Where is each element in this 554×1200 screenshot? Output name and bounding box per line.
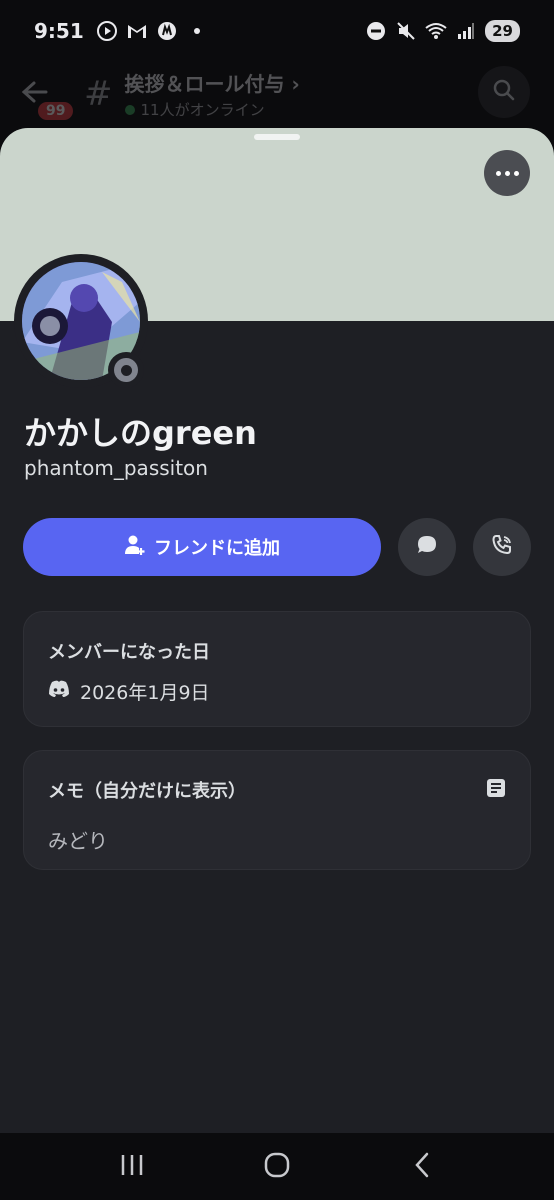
play-icon <box>96 20 118 42</box>
search-button[interactable] <box>478 66 530 118</box>
hash-icon: # <box>84 74 113 114</box>
unread-badge: 99 <box>38 102 74 120</box>
back-icon <box>413 1152 431 1182</box>
message-icon <box>416 534 438 560</box>
member-since-title: メンバーになった日 <box>48 642 210 663</box>
channel-name: 挨拶＆ロール付与 <box>124 72 285 96</box>
recents-icon <box>119 1153 145 1181</box>
add-friend-icon <box>124 534 146 561</box>
recents-button[interactable] <box>112 1147 152 1187</box>
profile-sheet: かかしのgreen phantom_passiton フレンドに追加 メンバーに… <box>0 128 554 1133</box>
online-count: 11人がオンライン <box>140 101 265 119</box>
battery-indicator: 29 <box>485 20 520 42</box>
more-options-button[interactable] <box>484 150 530 196</box>
signal-icon <box>455 20 477 42</box>
voice-call-button[interactable] <box>473 518 531 576</box>
search-icon <box>492 78 516 106</box>
nav-back-button[interactable] <box>402 1147 442 1187</box>
dnd-icon <box>365 20 387 42</box>
channel-subtitle: 11人がオンライン <box>124 99 300 120</box>
status-left: 9:51 <box>34 19 208 43</box>
member-since-date: 2026年1月9日 <box>80 682 210 704</box>
message-button[interactable] <box>398 518 456 576</box>
status-bar: 9:51 29 <box>0 0 554 62</box>
home-button[interactable] <box>257 1147 297 1187</box>
note-text[interactable]: みどり <box>48 825 506 854</box>
wifi-icon <box>425 20 447 42</box>
system-nav-bar <box>0 1133 554 1200</box>
mute-icon <box>395 20 417 42</box>
note-icon[interactable] <box>486 778 506 802</box>
presence-indicator <box>108 352 144 388</box>
channel-title: 挨拶＆ロール付与 › <box>125 68 300 97</box>
status-time: 9:51 <box>34 19 84 43</box>
add-friend-button[interactable]: フレンドに追加 <box>23 518 381 576</box>
note-title: メモ（自分だけに表示） <box>48 781 246 802</box>
m-icon <box>156 20 178 42</box>
discord-icon <box>48 680 70 703</box>
online-dot-icon <box>124 104 135 115</box>
channel-info[interactable]: 挨拶＆ロール付与 › 11人がオンライン <box>124 68 300 120</box>
add-friend-label: フレンドに追加 <box>154 538 280 559</box>
note-header: メモ（自分だけに表示） <box>48 777 506 803</box>
status-right: 29 <box>365 20 520 42</box>
member-since-row: 2026年1月9日 <box>48 678 506 705</box>
channel-header: 99 # 挨拶＆ロール付与 › 11人がオンライン <box>0 62 554 126</box>
dot-icon <box>186 20 208 42</box>
offline-status-icon <box>114 358 138 382</box>
back-button[interactable]: 99 <box>20 72 74 120</box>
username: phantom_passiton <box>24 456 208 480</box>
call-icon <box>491 534 513 560</box>
drag-handle[interactable] <box>254 134 300 140</box>
chevron-right-icon: › <box>291 72 300 96</box>
gmail-icon <box>126 20 148 42</box>
display-name: かかしのgreen <box>24 414 257 452</box>
note-card[interactable]: メモ（自分だけに表示） みどり <box>23 750 531 870</box>
home-icon <box>264 1152 290 1182</box>
member-since-card: メンバーになった日 2026年1月9日 <box>23 611 531 727</box>
